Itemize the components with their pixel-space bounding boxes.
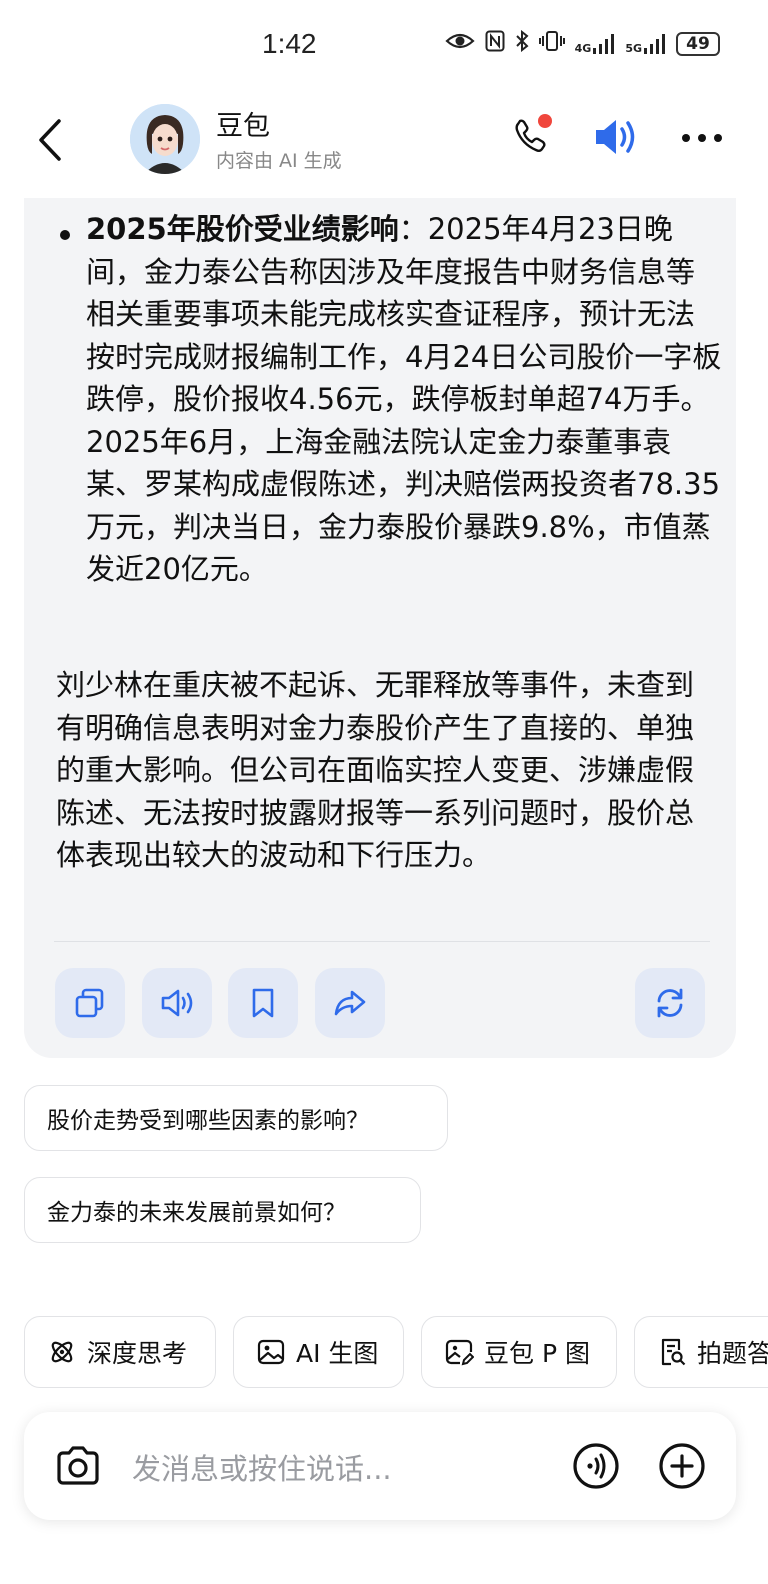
camera-icon xyxy=(57,1446,99,1485)
back-button[interactable] xyxy=(30,112,70,168)
chip-label: 深度思考 xyxy=(87,1339,188,1368)
atom-icon xyxy=(51,1341,73,1363)
divider xyxy=(54,941,710,942)
bullet-dot xyxy=(60,230,70,240)
image-icon xyxy=(257,1339,285,1365)
read-aloud-button[interactable] xyxy=(142,968,212,1038)
plus-circle-icon xyxy=(659,1443,705,1489)
signal-5g-label: 5G xyxy=(625,41,642,55)
chip-label: AI 生图 xyxy=(296,1339,379,1368)
copy-icon xyxy=(75,988,104,1018)
refresh-icon xyxy=(657,988,683,1018)
message-bullet: 2025年股价受业绩影响：2025年4月23日晚间，金力泰公告称因涉及年度报告中… xyxy=(86,208,722,591)
battery-icon: 49 xyxy=(676,31,720,56)
image-edit-icon xyxy=(445,1339,474,1366)
more-button[interactable] xyxy=(678,118,726,158)
status-icons: 4G 5G 49 xyxy=(445,29,720,57)
phone-call-button[interactable] xyxy=(508,112,556,160)
voice-button[interactable] xyxy=(572,1442,620,1490)
suggestion-1[interactable]: 股价走势受到哪些因素的影响？ xyxy=(24,1085,448,1151)
suggestion-2[interactable]: 金力泰的未来发展前景如何？ xyxy=(24,1177,421,1243)
ai-disclaimer: 内容由 AI 生成 xyxy=(216,150,342,172)
add-button[interactable] xyxy=(658,1442,706,1490)
status-time: 1:42 xyxy=(262,28,317,59)
chip-deep-thinking[interactable]: 深度思考 xyxy=(24,1316,216,1388)
voice-wave-icon xyxy=(573,1443,619,1489)
bookmark-button[interactable] xyxy=(228,968,298,1038)
camera-button[interactable] xyxy=(54,1442,102,1490)
suggestion-label: 股价走势受到哪些因素的影响？ xyxy=(47,1108,369,1134)
regenerate-button[interactable] xyxy=(635,968,705,1038)
message-paragraph: 刘少林在重庆被不起诉、无罪释放等事件，未查到有明确信息表明对金力泰股价产生了直接… xyxy=(56,668,695,872)
signal-4g-icon: 4G xyxy=(574,33,616,55)
eye-icon xyxy=(445,31,475,56)
message-input[interactable]: 发消息或按住说话... xyxy=(132,1446,392,1488)
bluetooth-icon xyxy=(515,29,529,57)
signal-5g-icon: 5G xyxy=(625,33,666,55)
status-bar: 1:42 4G 5G 49 xyxy=(0,0,768,90)
avatar[interactable] xyxy=(130,104,200,174)
signal-4g-label: 4G xyxy=(574,41,592,55)
speaker-button[interactable] xyxy=(588,112,642,162)
suggestion-label: 金力泰的未来发展前景如何？ xyxy=(47,1200,346,1226)
doc-search-icon xyxy=(661,1338,686,1366)
chip-ai-image[interactable]: AI 生图 xyxy=(233,1316,404,1388)
share-icon xyxy=(334,990,366,1016)
chip-label: 豆包 P 图 xyxy=(484,1339,590,1368)
bookmark-icon xyxy=(252,988,274,1018)
message-input-bar: 发消息或按住说话... xyxy=(24,1412,736,1520)
notification-dot xyxy=(538,114,552,128)
copy-button[interactable] xyxy=(55,968,125,1038)
volume-icon xyxy=(161,989,193,1017)
bullet-title: 2025年股价受业绩影响 xyxy=(86,212,399,246)
chip-photo-answer[interactable]: 拍题答 xyxy=(634,1316,768,1388)
nfc-icon xyxy=(485,30,505,57)
bot-name: 豆包 xyxy=(216,111,270,142)
share-button[interactable] xyxy=(315,968,385,1038)
chip-doubao-p-image[interactable]: 豆包 P 图 xyxy=(421,1316,617,1388)
bot-message-card: 2025年股价受业绩影响：2025年4月23日晚间，金力泰公告称因涉及年度报告中… xyxy=(24,198,736,1058)
vibrate-icon xyxy=(538,30,565,57)
chip-label: 拍题答 xyxy=(697,1339,768,1368)
bullet-body: ：2025年4月23日晚间，金力泰公告称因涉及年度报告中财务信息等相关重要事项未… xyxy=(86,212,722,586)
